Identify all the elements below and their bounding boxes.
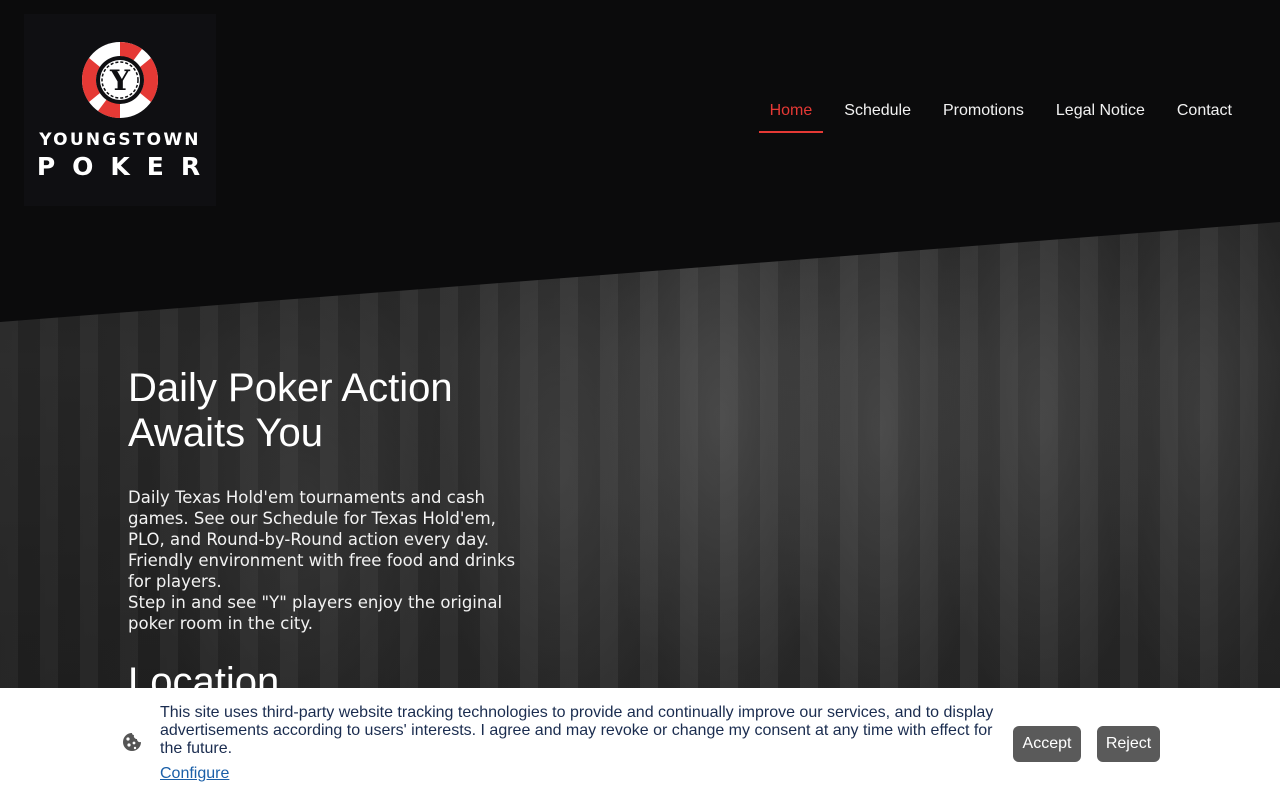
cookie-reject-button[interactable]: Reject xyxy=(1097,726,1160,762)
site-logo[interactable]: Y YOUNGSTOWN POKER xyxy=(24,14,216,206)
hero-title-line2: Awaits You xyxy=(128,411,323,455)
nav-schedule[interactable]: Schedule xyxy=(833,92,922,132)
nav-contact[interactable]: Contact xyxy=(1166,92,1243,132)
hero-description: Daily Texas Hold'em tournaments and cash… xyxy=(128,487,528,634)
hero-title: Daily Poker Action Awaits You xyxy=(128,366,538,456)
hero-content: Daily Poker Action Awaits You Daily Texa… xyxy=(128,366,538,705)
hero-title-line1: Daily Poker Action xyxy=(128,366,453,410)
cookie-configure-link[interactable]: Configure xyxy=(160,765,229,783)
cookie-consent-text: This site uses third-party website track… xyxy=(160,704,994,757)
hero-paragraph-1: Daily Texas Hold'em tournaments and cash… xyxy=(128,488,496,549)
logo-text-line1: YOUNGSTOWN xyxy=(39,130,201,150)
nav-home[interactable]: Home xyxy=(758,92,824,133)
hero-paragraph-3: Step in and see "Y" players enjoy the or… xyxy=(128,593,503,633)
cookie-icon xyxy=(123,733,141,751)
main-navigation: Home Schedule Promotions Legal Notice Co… xyxy=(754,92,1248,133)
nav-legal-notice[interactable]: Legal Notice xyxy=(1045,92,1156,132)
nav-promotions[interactable]: Promotions xyxy=(932,92,1035,132)
cookie-accept-button[interactable]: Accept xyxy=(1013,726,1081,762)
poker-chip-icon: Y xyxy=(81,41,158,119)
logo-text-line2: POKER xyxy=(36,152,218,181)
chip-letter: Y xyxy=(109,64,131,97)
hero-paragraph-2: Friendly environment with free food and … xyxy=(128,551,516,591)
